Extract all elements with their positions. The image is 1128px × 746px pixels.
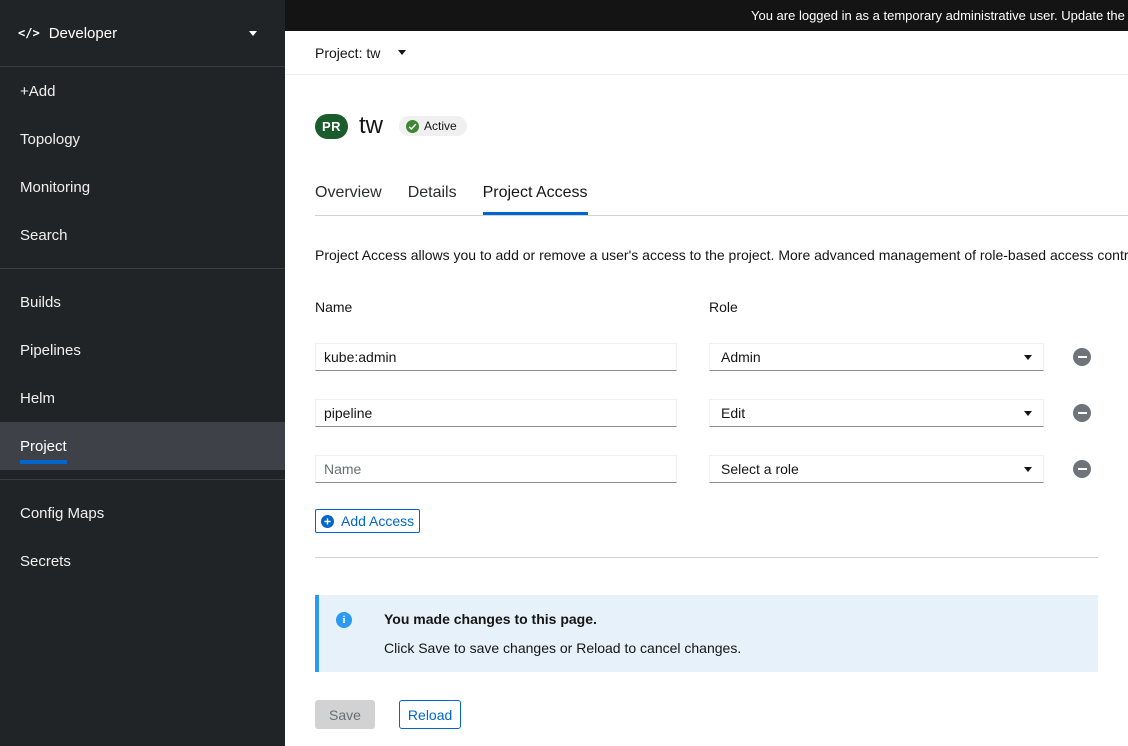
section-divider [315,557,1098,558]
main-area: You are logged in as a temporary adminis… [285,0,1128,746]
sidebar-item-config-maps[interactable]: Config Maps [0,489,285,537]
sidebar-item-helm[interactable]: Helm [0,374,285,422]
status-label: Active [424,119,457,133]
caret-down-icon [1024,354,1032,360]
alert-description: Click Save to save changes or Reload to … [384,640,742,656]
access-row: Admin [315,343,1128,371]
sidebar-item-builds[interactable]: Builds [0,278,285,326]
page-content: PR tw Active Overview Details Project Ac… [285,75,1128,741]
perspective-label: Developer [48,24,118,42]
name-input[interactable] [315,455,677,483]
plus-circle-icon [321,514,334,528]
minus-icon [1077,356,1087,358]
chevron-down-icon [249,30,257,36]
project-bar: Project: tw [285,31,1128,75]
reload-button[interactable]: Reload [398,700,462,729]
banner-message: You are logged in as a temporary adminis… [751,8,1128,23]
sidebar-item-secrets[interactable]: Secrets [0,537,285,585]
minus-icon [1077,468,1087,470]
nav-divider [0,479,285,480]
role-select-value: Edit [721,405,746,421]
remove-access-button[interactable] [1073,348,1091,366]
name-column-label: Name [315,299,353,315]
sidebar-item-add[interactable]: +Add [0,67,285,115]
project-access-description: Project Access allows you to add or remo… [315,247,1128,263]
caret-down-icon [1024,466,1032,472]
role-column-label: Role [709,299,738,315]
form-actions: Save Reload [315,700,1128,741]
perspective-switcher[interactable]: </> Developer [0,0,285,67]
sidebar-item-monitoring[interactable]: Monitoring [0,163,285,211]
remove-access-button[interactable] [1073,404,1091,422]
tab-bar: Overview Details Project Access [315,184,1128,216]
tab-overview[interactable]: Overview [315,184,382,215]
sidebar-item-search[interactable]: Search [0,211,285,259]
role-select-value: Select a role [721,461,799,477]
alert-title: You made changes to this page. [384,611,597,627]
tab-project-access[interactable]: Project Access [483,184,588,215]
access-row: Select a role [315,455,1128,483]
sidebar-item-project[interactable]: Project [0,422,285,470]
sidebar-item-pipelines[interactable]: Pipelines [0,326,285,374]
project-selector[interactable]: Project: tw [315,44,407,61]
login-notice-banner: You are logged in as a temporary adminis… [285,0,1128,31]
access-row: Edit [315,399,1128,427]
info-alert: i You made changes to this page. Click S… [315,595,1098,672]
access-form-header: Name Role [315,299,1128,315]
code-icon: </> [18,26,40,40]
sidebar-nav: +Add Topology Monitoring Search Builds P… [0,67,285,585]
minus-icon [1077,412,1087,414]
sidebar: </> Developer +Add Topology Monitoring S… [0,0,285,746]
save-button[interactable]: Save [315,700,375,729]
caret-down-icon [1024,410,1032,416]
page-header: PR tw Active [315,112,1128,140]
tab-details[interactable]: Details [408,184,457,215]
check-circle-icon [406,119,419,133]
alert-body: You made changes to this page. Click Sav… [384,611,741,656]
role-select[interactable]: Edit [709,399,1044,427]
role-select[interactable]: Select a role [709,455,1044,483]
name-input[interactable] [315,343,677,371]
sidebar-item-topology[interactable]: Topology [0,115,285,163]
role-select[interactable]: Admin [709,343,1044,371]
project-resource-badge: PR [315,113,348,139]
page-title: tw [359,112,383,139]
info-icon: i [336,612,352,628]
remove-access-button[interactable] [1073,460,1091,478]
project-selector-label: Project: tw [315,44,381,61]
add-access-label: Add Access [341,513,415,529]
role-select-value: Admin [721,349,761,365]
status-badge: Active [399,116,467,136]
nav-divider [0,268,285,269]
add-access-button[interactable]: Add Access [315,509,421,533]
caret-down-icon [398,50,407,55]
name-input[interactable] [315,399,677,427]
